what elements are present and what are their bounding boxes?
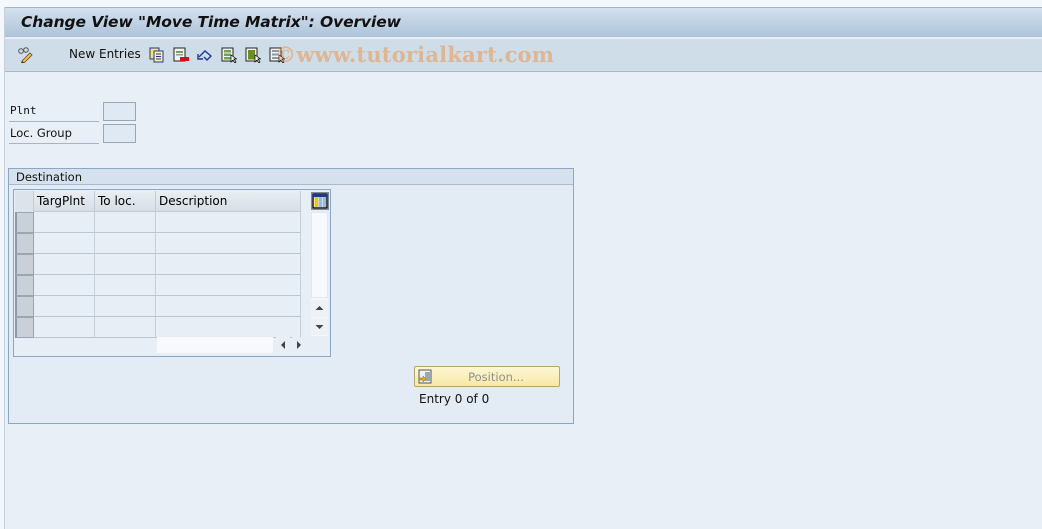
watermark: ©www.tutorialkart.com [275,42,555,67]
select-all-icon[interactable] [221,47,238,64]
table-row [15,296,301,317]
row-selector-button[interactable] [15,233,34,254]
table-cell[interactable] [34,254,95,275]
table-cell[interactable] [156,296,301,317]
table-row [15,233,301,254]
scroll-left-button[interactable] [276,337,290,353]
column-configuration-icon[interactable] [311,192,329,210]
horizontal-scrollbar[interactable] [157,337,307,353]
column-header-targplnt[interactable]: TargPlnt [34,191,95,212]
arrow-up-icon [315,306,324,310]
table-cell[interactable] [34,233,95,254]
position-button[interactable]: Position... [414,366,560,387]
plant-input[interactable] [103,102,136,121]
row-selector-button[interactable] [15,212,34,233]
row-selector-button[interactable] [15,296,34,317]
table-cell[interactable] [156,275,301,296]
vertical-scroll-track[interactable] [311,212,328,298]
table-body [15,212,301,338]
sap-window: Change View "Move Time Matrix": Overview… [4,7,1042,529]
table-cell[interactable] [95,275,156,296]
table-row [15,317,301,338]
application-toolbar: New Entries ©www.tutorialkart.com [5,39,1042,72]
table-cell[interactable] [156,212,301,233]
display-change-icon[interactable] [17,47,33,64]
row-selector-button[interactable] [15,254,34,275]
table-cell[interactable] [156,317,301,338]
scroll-right-button[interactable] [292,337,306,353]
column-header-to-loc[interactable]: To loc. [95,191,156,212]
loc-group-input[interactable] [103,124,136,143]
select-block-icon[interactable] [245,47,262,64]
table-grid: TargPlnt To loc. Description [15,191,301,338]
table-row [15,212,301,233]
table-cell[interactable] [34,275,95,296]
table-row [15,275,301,296]
table-cell[interactable] [156,254,301,275]
loc-group-label: Loc. Group [9,126,99,144]
new-entries-button[interactable]: New Entries [69,47,141,61]
page-title: Change View "Move Time Matrix": Overview [21,13,401,31]
scroll-up-button[interactable] [311,300,328,317]
delete-icon[interactable] [173,47,189,63]
table-cell[interactable] [95,212,156,233]
table-cell[interactable] [95,296,156,317]
destination-title: Destination [9,169,573,185]
table-cell[interactable] [34,296,95,317]
arrow-down-icon [315,325,324,329]
destination-groupbox: Destination TargPlnt To loc. Description [8,168,574,424]
table-header-row: TargPlnt To loc. Description [15,191,301,212]
undo-change-icon[interactable] [197,47,213,63]
arrow-left-icon [281,341,285,349]
row-selector-button[interactable] [15,317,34,338]
table-cell[interactable] [95,317,156,338]
table-cell[interactable] [156,233,301,254]
plant-label: Plnt [9,104,99,122]
horizontal-scroll-track[interactable] [157,337,273,353]
table-cell[interactable] [95,233,156,254]
loc-group-field-row: Loc. Group [9,124,149,144]
title-bar: Change View "Move Time Matrix": Overview [5,7,1042,38]
arrow-right-icon [297,341,301,349]
vertical-scrollbar[interactable] [311,212,328,336]
row-selector-button[interactable] [15,275,34,296]
table-cell[interactable] [95,254,156,275]
select-all-rows-button[interactable] [15,191,34,212]
scroll-down-button[interactable] [311,318,328,335]
table-cell[interactable] [34,212,95,233]
position-button-label: Position... [468,370,524,384]
plant-field-row: Plnt [9,102,149,122]
column-header-description[interactable]: Description [156,191,301,212]
destination-table: TargPlnt To loc. Description [13,189,331,357]
copy-icon[interactable] [149,47,165,63]
entry-status: Entry 0 of 0 [419,392,490,406]
table-row [15,254,301,275]
table-cell[interactable] [34,317,95,338]
